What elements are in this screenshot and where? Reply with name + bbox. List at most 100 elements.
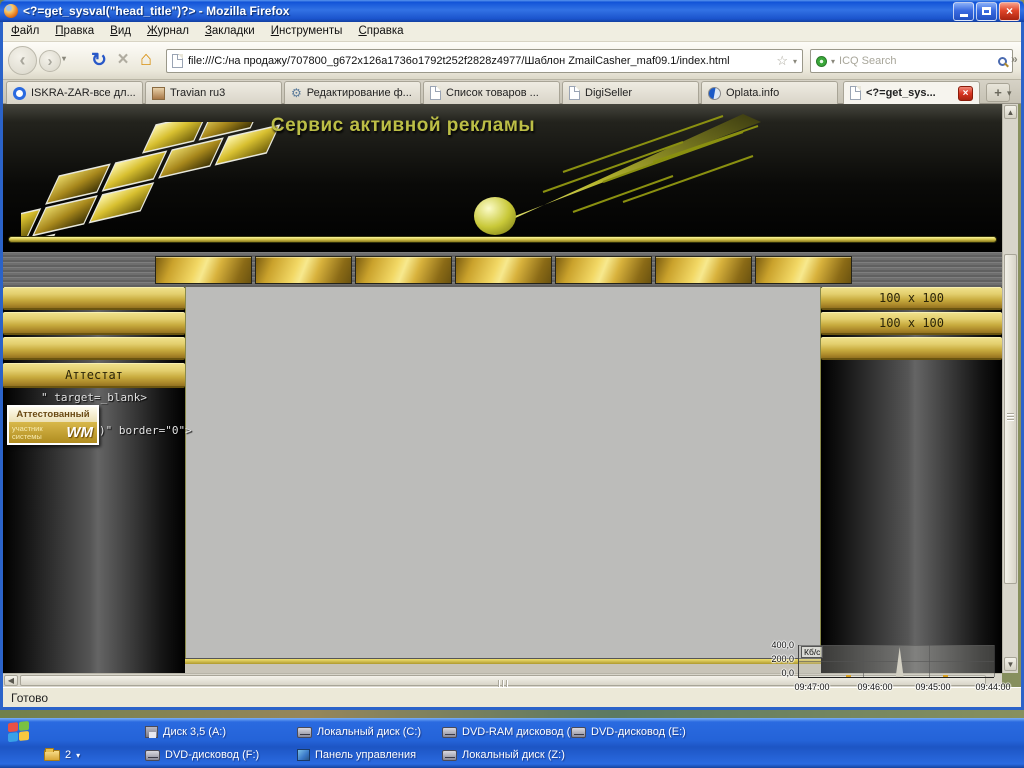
bookmark-star-icon[interactable]: ☆	[776, 53, 788, 69]
graph-y-label-400: 400,0	[771, 640, 794, 650]
tab-editing[interactable]: ⚙ Редактирование ф...	[284, 81, 421, 104]
nav-button-4[interactable]	[455, 256, 552, 284]
chevron-down-icon: ▾	[1007, 88, 1012, 98]
scroll-up-button[interactable]: ▲	[1004, 105, 1017, 119]
nav-button-7[interactable]	[755, 256, 852, 284]
nav-button-6[interactable]	[655, 256, 752, 284]
reload-button[interactable]: ↻	[87, 48, 111, 72]
url-input[interactable]	[188, 55, 772, 67]
tab-bar: ISKRA-ZAR-все дл... Travian ru3 ⚙ Редакт…	[3, 80, 1021, 104]
icq-search-engine-icon	[816, 55, 827, 67]
taskbar-item-dvd-e[interactable]: DVD-дисковод (E:)	[571, 722, 686, 742]
start-button[interactable]	[8, 720, 30, 743]
traffic-spike	[890, 647, 909, 677]
menu-edit[interactable]: Правка	[47, 22, 102, 41]
address-bar[interactable]: ☆ ▾	[166, 49, 803, 73]
toolbar-overflow-chevron[interactable]: »	[1011, 52, 1018, 66]
tab-oplata[interactable]: Oplata.info	[701, 81, 838, 104]
tab-iskra[interactable]: ISKRA-ZAR-все дл...	[6, 81, 143, 104]
window-border-left	[0, 22, 3, 710]
back-history-dropdown[interactable]: ▾	[62, 54, 66, 63]
taskbar-item-label: DVD-дисковод (F:)	[165, 749, 260, 761]
back-icon: ‹	[19, 50, 26, 70]
taskbar-item-dvdram-d[interactable]: DVD-RAM дисковод (D:)	[442, 722, 585, 742]
taskbar-item-label: Локальный диск (C:)	[317, 726, 422, 738]
back-button[interactable]: ‹	[8, 46, 37, 75]
graph-y-label-0: 0,0	[781, 668, 794, 678]
sidebar-menu-item-2[interactable]	[3, 312, 185, 335]
tab-close-button[interactable]: ×	[958, 85, 973, 101]
home-button[interactable]: ⌂	[134, 47, 158, 71]
tab-goods-list[interactable]: Список товаров ...	[423, 81, 560, 104]
traffic-blip	[845, 675, 851, 677]
gears-icon: ⚙	[291, 86, 302, 100]
webmoney-attestation-badge[interactable]: Аттестованный участник системы WM	[7, 405, 99, 445]
search-input[interactable]	[839, 55, 994, 67]
nav-button-1[interactable]	[155, 256, 252, 284]
taskbar-item-dvd-f[interactable]: DVD-дисковод (F:)	[145, 745, 259, 765]
left-arrow-icon: ◀	[7, 676, 15, 685]
network-monitor-overlay: 400,0 200,0 0,0 Кб/с 09:47:00 09:46:00 0…	[760, 640, 1014, 694]
graph-y-label-200: 200,0	[771, 654, 794, 664]
menu-view[interactable]: Вид	[102, 22, 139, 41]
taskbar-item-label: DVD-дисковод (E:)	[591, 726, 686, 738]
menu-tools[interactable]: Инструменты	[263, 22, 351, 41]
menu-help[interactable]: Справка	[350, 22, 411, 41]
window-title: <?=get_sysval("head_title")?> - Mozilla …	[23, 4, 290, 18]
taskbar-item-disk-z[interactable]: Локальный диск (Z:)	[442, 745, 565, 765]
nav-button-5[interactable]	[555, 256, 652, 284]
forward-icon: ›	[47, 52, 53, 70]
url-dropdown-icon[interactable]: ▾	[793, 57, 797, 66]
window-titlebar[interactable]: <?=get_sysval("head_title")?> - Mozilla …	[0, 0, 1024, 22]
menu-file[interactable]: Файл	[3, 22, 47, 41]
folder-icon	[44, 747, 60, 761]
page-icon	[850, 86, 861, 100]
close-icon: ×	[962, 87, 969, 99]
nav-button-2[interactable]	[255, 256, 352, 284]
ad-slot-100x100-1[interactable]: 100 x 100	[821, 287, 1002, 310]
wm-badge-line1: Аттестованный	[9, 407, 97, 422]
vertical-scroll-thumb[interactable]	[1004, 254, 1017, 584]
tab-active-template[interactable]: <?=get_sys... ×	[843, 81, 980, 104]
taskbar-item-disk-c[interactable]: Локальный диск (C:)	[297, 722, 421, 742]
taskbar-item-label: DVD-RAM дисковод (D:)	[462, 726, 585, 738]
stop-icon: ×	[117, 49, 129, 70]
menu-bookmarks[interactable]: Закладки	[197, 22, 263, 41]
ad-slot-empty[interactable]	[821, 337, 1002, 360]
search-engine-dropdown-icon[interactable]: ▾	[831, 57, 835, 66]
sidebar-menu-item-attestat[interactable]: Аттестат	[3, 363, 185, 388]
scroll-left-button[interactable]: ◀	[4, 675, 18, 686]
ad-slot-100x100-2[interactable]: 100 x 100	[821, 312, 1002, 335]
sidebar-menu-item-1[interactable]	[3, 287, 185, 310]
optical-drive-icon	[145, 749, 160, 761]
taskbar-item-control-panel[interactable]: Панель управления	[297, 745, 416, 765]
tab-label: <?=get_sys...	[866, 87, 936, 99]
desktop-screen: <?=get_sysval("head_title")?> - Mozilla …	[0, 0, 1024, 768]
sidebar-menu-item-3[interactable]	[3, 337, 185, 360]
site-favicon	[172, 54, 183, 68]
vertical-scrollbar[interactable]: ▲ ▼	[1002, 104, 1018, 673]
search-bar[interactable]: ▾	[810, 49, 1013, 73]
list-all-tabs-button[interactable]: ▾	[1007, 88, 1012, 99]
forward-button[interactable]: ›	[39, 50, 61, 72]
network-graph-plot: Кб/с	[798, 645, 995, 678]
menu-history[interactable]: Журнал	[139, 22, 197, 41]
reload-icon: ↻	[91, 49, 107, 71]
search-icon[interactable]	[998, 56, 1007, 66]
status-text: Готово	[11, 690, 49, 705]
taskbar-item-label: Локальный диск (Z:)	[462, 749, 565, 761]
nav-button-3[interactable]	[355, 256, 452, 284]
group-count: 2	[65, 749, 72, 761]
taskbar-group-button[interactable]: 2 ▾	[44, 745, 80, 765]
content-bottom-border	[185, 658, 821, 664]
graph-x-label-2: 09:46:00	[857, 682, 893, 692]
minimize-button[interactable]	[953, 1, 974, 21]
main-content-area	[185, 287, 821, 658]
maximize-button[interactable]	[976, 1, 997, 21]
stop-button[interactable]: ×	[111, 48, 135, 72]
tab-travian[interactable]: Travian ru3	[145, 81, 282, 104]
taskbar-item-floppy-a[interactable]: Диск 3,5 (A:)	[145, 722, 226, 742]
close-button[interactable]: ×	[999, 1, 1020, 21]
tab-digiseller[interactable]: DigiSeller	[562, 81, 699, 104]
graph-x-label-4: 09:44:00	[975, 682, 1011, 692]
